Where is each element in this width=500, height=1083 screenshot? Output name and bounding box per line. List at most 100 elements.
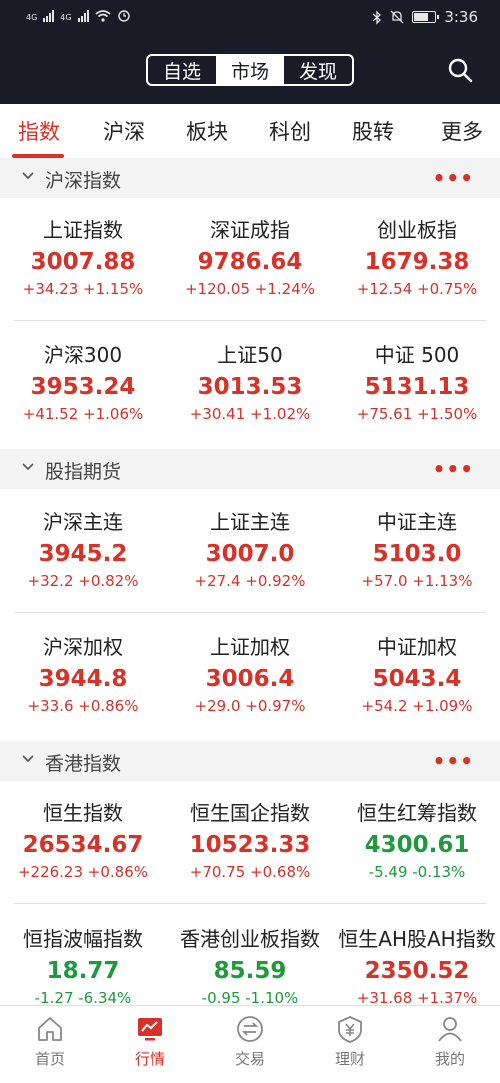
section-header-hs-index[interactable]: 沪深指数 ••• — [0, 158, 500, 198]
quote-change: +33.6 +0.86% — [27, 697, 139, 715]
quote-change: +75.61 +1.50% — [356, 405, 478, 423]
nav-market[interactable]: 行情 — [100, 1014, 200, 1069]
quote-card[interactable]: 恒生国企指数 10523.33 +70.75 +0.68% — [167, 799, 333, 883]
quote-change: +34.23 +1.15% — [22, 280, 144, 298]
quote-card[interactable]: 上证主连 3007.0 +27.4 +0.92% — [167, 508, 333, 592]
bluetooth-icon — [372, 9, 382, 25]
quote-price: 3953.24 — [30, 374, 136, 400]
nav-wealth[interactable]: 理财 — [300, 1014, 400, 1069]
tab-neeq[interactable]: 股转 — [352, 116, 394, 146]
quote-price: 26534.67 — [22, 832, 144, 858]
quote-change: +12.54 +0.75% — [356, 280, 478, 298]
quote-price: 4300.61 — [364, 832, 470, 858]
quote-price: 3006.4 — [205, 666, 295, 692]
wealth-icon — [338, 1016, 362, 1043]
quote-name: 沪深加权 — [43, 635, 123, 659]
tab-sector[interactable]: 板块 — [186, 116, 228, 146]
quote-price: 3944.8 — [38, 666, 128, 692]
market-segmented-control: 自选 市场 发现 — [146, 54, 354, 86]
quote-card[interactable]: 香港创业板指数 85.59 -0.95 -1.10% — [167, 925, 333, 1009]
trade-icon — [237, 1016, 263, 1042]
quote-card[interactable]: 深证成指 9786.64 +120.05 +1.24% — [167, 216, 333, 300]
quote-name: 深证成指 — [210, 218, 290, 242]
row-divider — [14, 903, 486, 904]
quote-name: 香港创业板指数 — [180, 927, 320, 951]
quote-card[interactable]: 中证加权 5043.4 +54.2 +1.09% — [334, 633, 500, 717]
segment-watchlist[interactable]: 自选 — [148, 56, 216, 84]
nav-home[interactable]: 首页 — [0, 1014, 100, 1069]
quote-card[interactable]: 上证50 3013.53 +30.41 +1.02% — [167, 341, 333, 425]
section-header-index-futures[interactable]: 股指期货 ••• — [0, 449, 500, 489]
signal-icon — [43, 10, 55, 22]
section-title: 香港指数 — [45, 753, 122, 775]
quote-price: 5043.4 — [372, 666, 462, 692]
quote-card[interactable]: 沪深300 3953.24 +41.52 +1.06% — [0, 341, 166, 425]
quote-price: 18.77 — [46, 958, 120, 984]
more-options-icon[interactable]: ••• — [433, 749, 474, 773]
quote-change: +57.0 +1.13% — [361, 572, 473, 590]
quote-name: 中证 500 — [374, 343, 460, 367]
quote-card[interactable]: 沪深加权 3944.8 +33.6 +0.86% — [0, 633, 166, 717]
segment-market[interactable]: 市场 — [216, 56, 284, 84]
quote-change: +32.2 +0.82% — [27, 572, 139, 590]
more-options-icon[interactable]: ••• — [433, 166, 474, 190]
quote-name: 恒指波幅指数 — [23, 927, 143, 951]
nav-profile[interactable]: 我的 — [400, 1014, 500, 1069]
clock-time: 3:36 — [444, 8, 478, 26]
quote-card[interactable]: 上证加权 3006.4 +29.0 +0.97% — [167, 633, 333, 717]
nav-label: 理财 — [334, 1050, 365, 1068]
quote-price: 2350.52 — [364, 958, 470, 984]
tab-more[interactable]: 更多 — [441, 116, 483, 146]
network-type-1: 4G — [26, 13, 38, 22]
profile-icon — [438, 1017, 462, 1042]
segment-discover[interactable]: 发现 — [284, 56, 352, 84]
status-bar: 4G 4G 3:36 — [0, 0, 500, 34]
quote-name: 恒生AH股AH指数 — [338, 927, 496, 951]
nav-trade[interactable]: 交易 — [200, 1014, 300, 1069]
quote-price: 9786.64 — [197, 249, 303, 275]
quote-name: 上证指数 — [43, 218, 123, 242]
quote-change: -5.49 -0.13% — [368, 863, 466, 881]
chevron-down-icon — [22, 463, 34, 471]
quote-card[interactable]: 中证 500 5131.13 +75.61 +1.50% — [334, 341, 500, 425]
quote-price: 5131.13 — [364, 374, 470, 400]
tab-hushen[interactable]: 沪深 — [103, 116, 145, 146]
status-left: 4G 4G — [26, 8, 131, 22]
quote-card[interactable]: 恒生红筹指数 4300.61 -5.49 -0.13% — [334, 799, 500, 883]
quote-name: 中证加权 — [377, 635, 457, 659]
quote-price: 5103.0 — [372, 541, 462, 567]
quote-name: 沪深300 — [43, 343, 123, 367]
home-icon — [38, 1017, 62, 1041]
signal-icon-2 — [77, 10, 89, 22]
section-title: 股指期货 — [45, 461, 122, 483]
tab-star-market[interactable]: 科创 — [269, 116, 311, 146]
app-screen: { "status": { "network_left": "4G", "net… — [0, 0, 500, 1083]
quote-change: +27.4 +0.92% — [194, 572, 306, 590]
quote-change: +226.23 +0.86% — [17, 863, 149, 881]
quote-price: 85.59 — [213, 958, 287, 984]
quote-change: +54.2 +1.09% — [361, 697, 473, 715]
tab-index[interactable]: 指数 — [18, 116, 60, 146]
quote-name: 恒生红筹指数 — [357, 801, 477, 825]
quote-name: 沪深主连 — [43, 510, 123, 534]
quote-name: 上证加权 — [210, 635, 290, 659]
row-divider — [14, 320, 486, 321]
bottom-navigation: 首页 行情 交易 理财 我的 — [0, 1005, 500, 1083]
quote-name: 恒生国企指数 — [190, 801, 310, 825]
quote-price: 3013.53 — [197, 374, 303, 400]
quote-name: 上证主连 — [210, 510, 290, 534]
quote-card[interactable]: 中证主连 5103.0 +57.0 +1.13% — [334, 508, 500, 592]
quote-card[interactable]: 沪深主连 3945.2 +32.2 +0.82% — [0, 508, 166, 592]
section-header-hk-index[interactable]: 香港指数 ••• — [0, 741, 500, 781]
quote-card[interactable]: 恒生指数 26534.67 +226.23 +0.86% — [0, 799, 166, 883]
quote-price: 3945.2 — [38, 541, 128, 567]
quote-card[interactable]: 恒指波幅指数 18.77 -1.27 -6.34% — [0, 925, 166, 1009]
quote-card[interactable]: 上证指数 3007.88 +34.23 +1.15% — [0, 216, 166, 300]
search-icon[interactable] — [446, 56, 474, 84]
alarm-icon — [117, 10, 130, 22]
quote-card[interactable]: 恒生AH股AH指数 2350.52 +31.68 +1.37% — [334, 925, 500, 1009]
quote-card[interactable]: 创业板指 1679.38 +12.54 +0.75% — [334, 216, 500, 300]
quote-price: 10523.33 — [189, 832, 311, 858]
more-options-icon[interactable]: ••• — [433, 457, 474, 481]
row-divider — [14, 612, 486, 613]
